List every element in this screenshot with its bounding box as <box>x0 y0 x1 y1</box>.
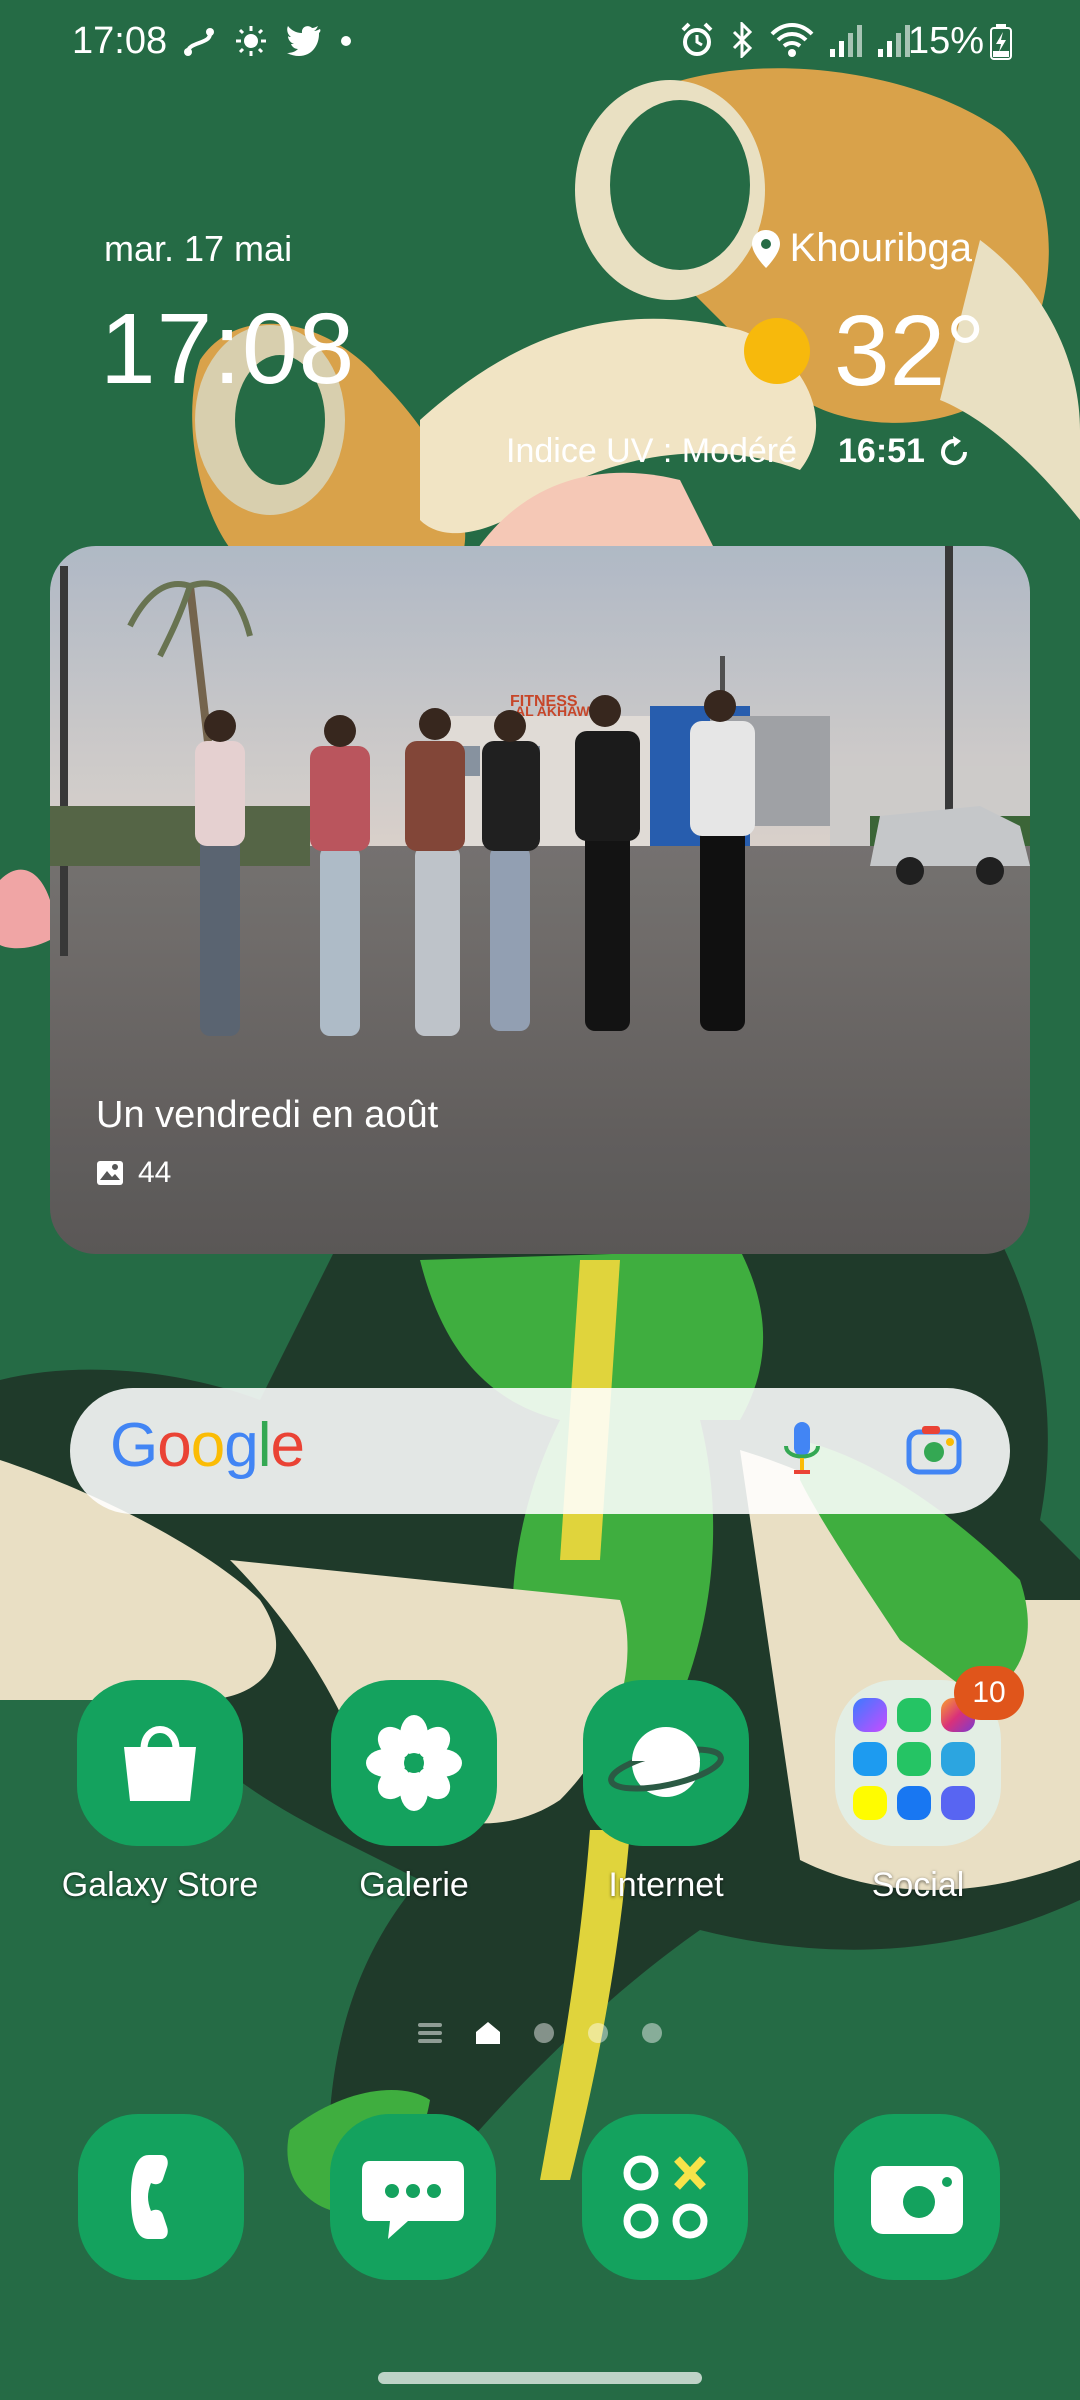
app-label: Social <box>871 1866 965 1904</box>
dock-calculator[interactable] <box>582 2114 748 2280</box>
telegram-icon <box>941 1742 975 1776</box>
snapchat-icon <box>853 1786 887 1820</box>
weather-update[interactable]: 16:51 <box>838 432 971 471</box>
uv-index: Indice UV : Modéré <box>506 432 798 470</box>
signal-icon-1 <box>830 25 862 57</box>
location-pin-icon <box>751 229 780 268</box>
dock-messages[interactable] <box>330 2114 496 2280</box>
memory-title: Un vendredi en août <box>96 1094 439 1136</box>
twitter-icon <box>287 26 321 56</box>
google-search-bar[interactable]: Google <box>70 1388 1010 1514</box>
bluetooth-icon <box>732 22 753 58</box>
microphone-icon[interactable] <box>782 1420 822 1480</box>
wifi-icon <box>770 23 814 57</box>
app-galaxy-store[interactable]: Galaxy Store <box>50 1680 270 1905</box>
facebook-icon <box>897 1786 931 1820</box>
google-lens-icon[interactable] <box>906 1422 962 1478</box>
refresh-icon[interactable] <box>937 435 971 469</box>
list-pages-icon[interactable] <box>418 2023 442 2043</box>
app-internet[interactable]: Internet <box>556 1680 776 1905</box>
galaxy-store-icon <box>77 1680 243 1846</box>
page-dot[interactable] <box>642 2023 662 2043</box>
status-time: 17:08 <box>72 20 168 62</box>
photo-memory-widget[interactable]: FITNESS AL AKHAWIN Un vendredi en août 4… <box>50 546 1030 1254</box>
whatsapp-business-icon <box>897 1742 931 1776</box>
app-label: Galerie <box>359 1866 469 1904</box>
dock-phone[interactable] <box>78 2114 244 2280</box>
gesture-navigation-handle[interactable] <box>378 2372 702 2384</box>
memory-photo: FITNESS AL AKHAWIN <box>50 546 1030 1254</box>
whatsapp-icon <box>897 1698 931 1732</box>
notification-badge: 10 <box>954 1666 1024 1720</box>
gallery-flower-icon <box>331 1680 497 1846</box>
weather-location[interactable]: Khouribga <box>751 226 972 271</box>
battery-percentage: 15% <box>908 20 985 62</box>
sun-weather-icon <box>236 26 266 56</box>
internet-planet-icon <box>583 1680 749 1846</box>
battery-charging-icon <box>990 24 1012 60</box>
temperature[interactable]: 32° <box>834 294 985 409</box>
system-icons <box>680 22 910 58</box>
page-dot[interactable] <box>534 2023 554 2043</box>
route-icon <box>184 28 214 56</box>
date-text[interactable]: mar. 17 mai <box>104 228 292 270</box>
messenger-icon <box>853 1698 887 1732</box>
discord-icon <box>941 1786 975 1820</box>
google-logo: Google <box>110 1411 305 1480</box>
signal-icon-2 <box>878 25 910 57</box>
dot-icon <box>341 36 351 46</box>
update-time-text: 16:51 <box>838 432 925 470</box>
photo-count-value: 44 <box>138 1156 172 1189</box>
notification-icons <box>182 24 352 58</box>
dock-camera[interactable] <box>834 2114 1000 2280</box>
camera-icon <box>871 2166 963 2234</box>
location-name: Khouribga <box>789 226 972 270</box>
calculator-icon <box>623 2155 708 2239</box>
alarm-icon <box>681 22 713 56</box>
page-dot[interactable] <box>588 2023 608 2043</box>
twitter-app-icon <box>853 1742 887 1776</box>
home-page-icon[interactable] <box>476 2022 500 2044</box>
photo-count: 44 <box>96 1156 171 1190</box>
app-galerie[interactable]: Galerie <box>304 1680 524 1905</box>
clock-time[interactable]: 17:08 <box>100 292 355 407</box>
phone-icon <box>131 2155 168 2239</box>
sunny-weather-icon <box>744 318 810 384</box>
status-bar: 17:08 15% <box>0 0 1080 90</box>
messages-icon <box>362 2161 464 2239</box>
image-icon <box>97 1161 123 1185</box>
app-label: Galaxy Store <box>61 1866 259 1904</box>
page-indicator[interactable] <box>418 2022 662 2044</box>
app-label: Internet <box>608 1866 724 1904</box>
